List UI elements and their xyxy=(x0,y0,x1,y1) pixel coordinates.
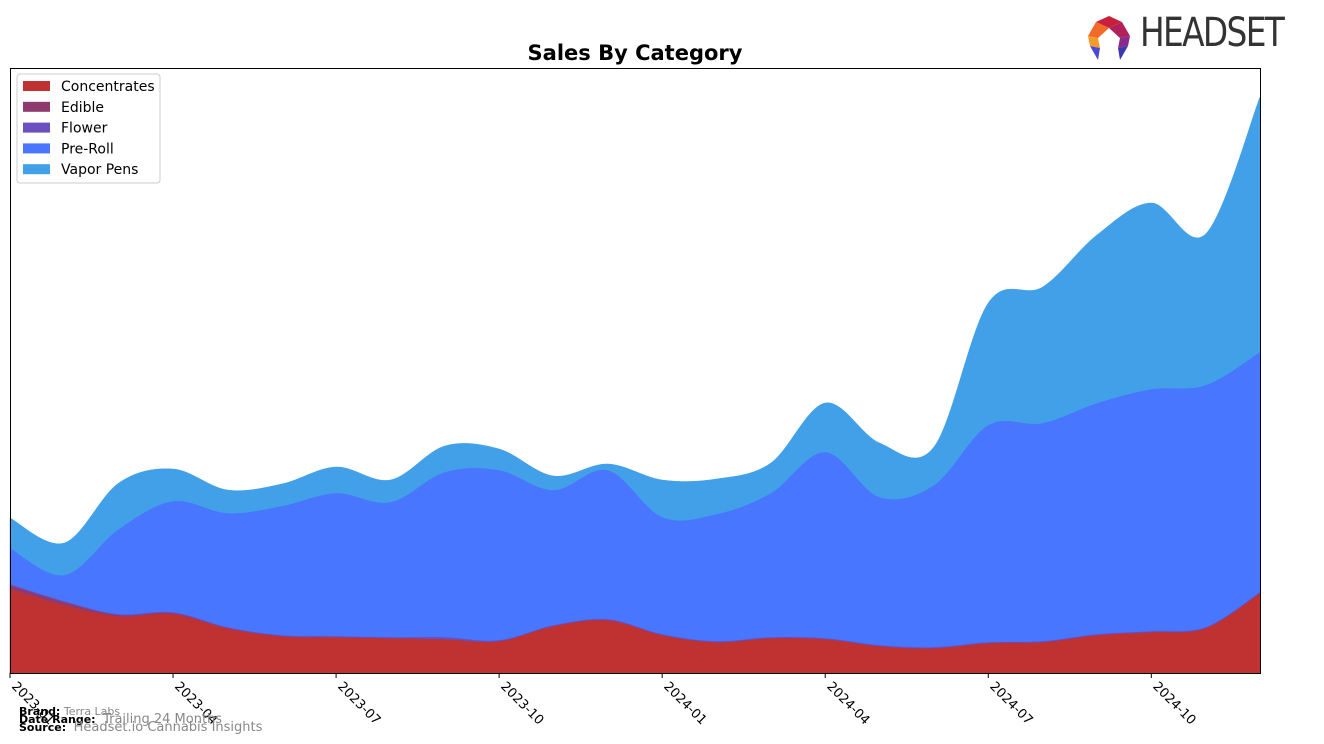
legend: Concentrates Edible Flower Pre-Roll Vapor Pe… xyxy=(16,73,161,184)
legend-label-pre-roll: Pre-Roll xyxy=(61,141,114,157)
sales-by-category-chart: Sales By Category 2023-01 2023-04 2023-07 2… xyxy=(8,41,1261,728)
legend-swatch-edible xyxy=(23,101,50,112)
x-tick-label: 2024-07 xyxy=(986,679,1035,728)
headset-logo: HEADSET xyxy=(1086,10,1312,62)
footer-source: Source: Headset.io Cannabis Insights xyxy=(19,721,262,734)
legend-swatch-pre-roll xyxy=(23,143,50,154)
x-tick-label: 2024-10 xyxy=(1149,679,1198,728)
headset-logo-icon xyxy=(1088,16,1130,60)
x-tick-label: 2024-01 xyxy=(660,679,709,728)
area-layers xyxy=(9,96,1261,674)
chart-title: Sales By Category xyxy=(528,41,743,65)
x-tick-label: 2023-07 xyxy=(334,679,383,728)
source-label: Source: xyxy=(19,721,67,734)
legend-label-vapor-pens: Vapor Pens xyxy=(61,162,138,178)
source-value: Headset.io Cannabis Insights xyxy=(73,720,263,735)
legend-label-edible: Edible xyxy=(61,100,104,116)
legend-swatch-flower xyxy=(23,122,50,133)
legend-label-concentrates: Concentrates xyxy=(61,79,155,95)
legend-label-flower: Flower xyxy=(61,121,108,137)
legend-swatch-vapor-pens xyxy=(23,164,50,175)
headset-logo-text: HEADSET xyxy=(1140,10,1285,56)
legend-swatch-concentrates xyxy=(23,81,50,91)
x-tick-label: 2023-10 xyxy=(497,679,546,728)
x-tick-label: 2024-04 xyxy=(823,679,872,728)
